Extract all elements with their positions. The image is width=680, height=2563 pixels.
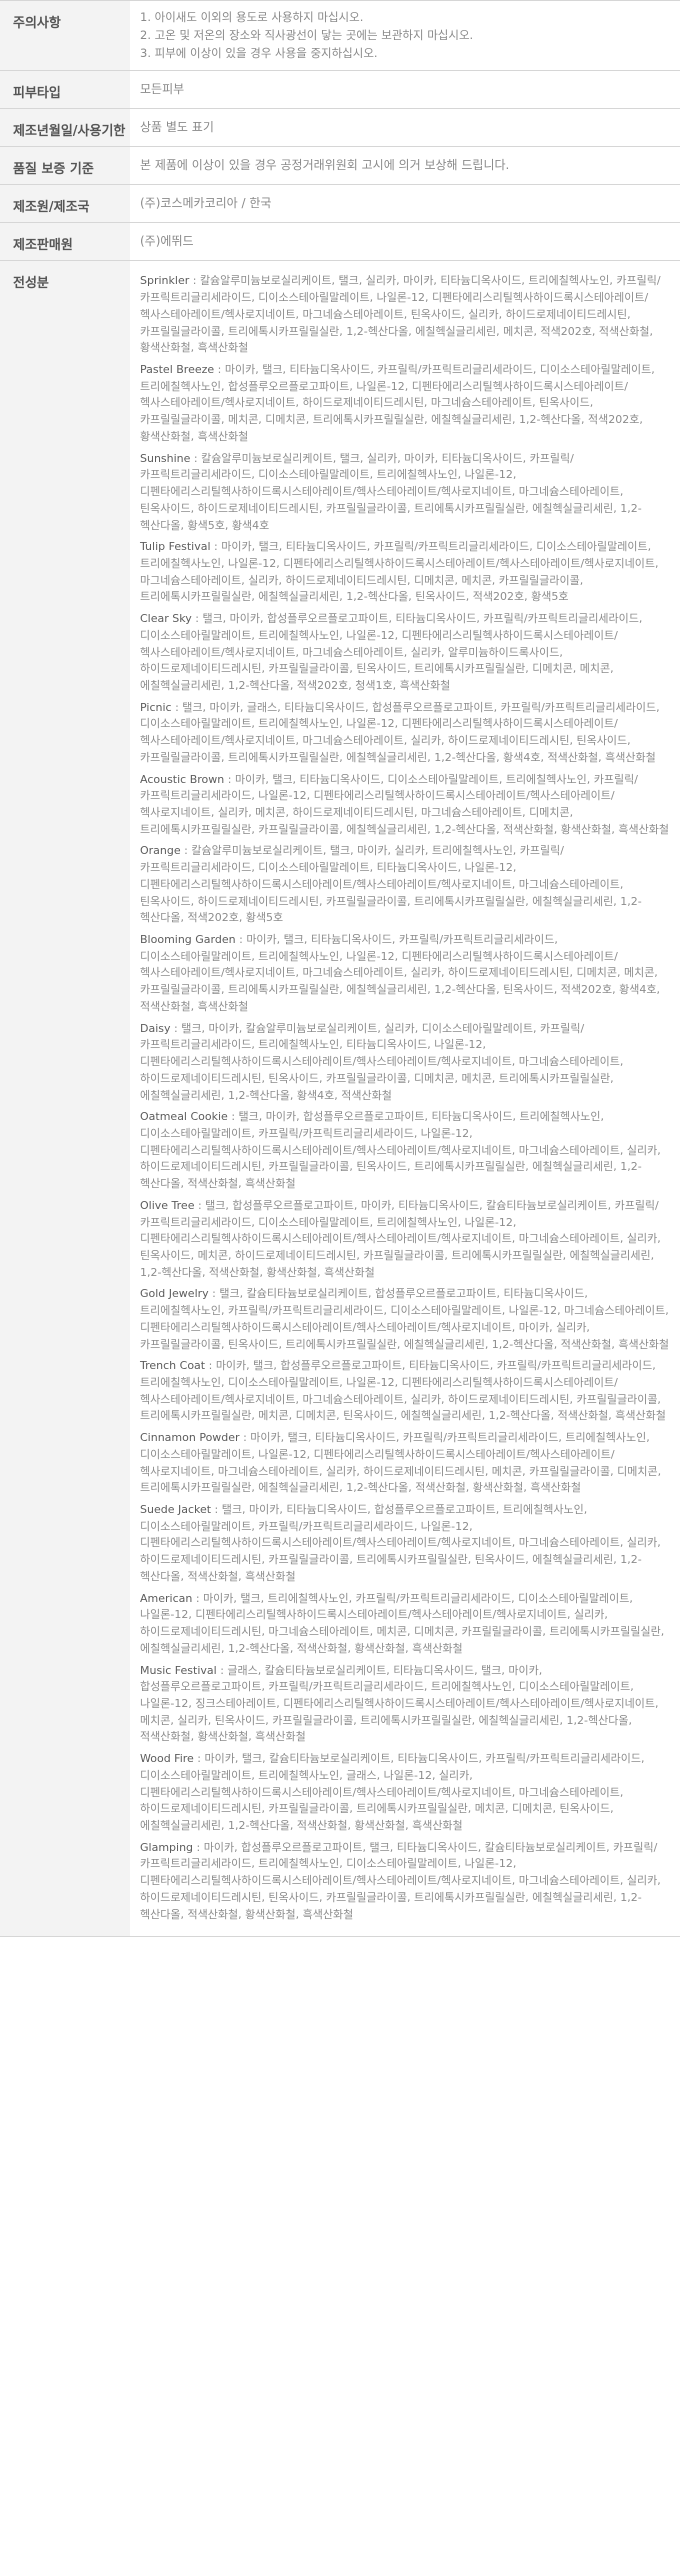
expiry-label: 제조년월일/사용기한 [0,108,130,148]
maker-row: 제조원/제조국 (주)코스메카코리아 / 한국 [0,184,680,224]
warranty-value: 본 제품에 이상이 있을 경우 공정거래위원회 고시에 의거 보상해 드립니다. [130,146,680,186]
warranty-label: 품질 보증 기준 [0,146,130,186]
ingredient-list: 마이카, 탤크, 티타늄디옥사이드, 카프릴릭/카프릭트리글리세라이드, 디이소… [140,540,659,604]
warranty-row: 품질 보증 기준 본 제품에 이상이 있을 경우 공정거래위원회 고시에 의거 … [0,146,680,186]
ingredient-entry: Oatmeal Cookie : 탤크, 마이카, 합성플루오르플로고파이트, … [140,1110,661,1191]
ingredient-entry: Music Festival : 글래스, 칼슘티타늄보로실리케이트, 티타늄디… [140,1663,659,1744]
shade-name: Picnic [140,700,172,714]
notice-value: 1. 아이새도 이외의 용도로 사용하지 마십시오. 2. 고온 및 저온의 장… [130,0,680,72]
ingredient-list: 탤크, 마이카, 글래스, 티타늄디옥사이드, 합성플루오르플로고파이트, 카프… [140,700,660,764]
expiry-value: 상품 별도 표기 [130,108,680,148]
ingredient-list: 칼슘알루미늄보로실리케이트, 탤크, 실리카, 마이카, 티타늄디옥사이드, 트… [140,274,661,355]
ingredient-entry: Trench Coat : 마이카, 탤크, 합성플루오르플로고파이트, 티타늄… [140,1359,666,1423]
shade-name: Blooming Garden [140,933,236,947]
ingredient-entry: Tulip Festival : 마이카, 탤크, 티타늄디옥사이드, 카프릴릭… [140,540,659,604]
ingredient-list: 글래스, 칼슘티타늄보로실리케이트, 티타늄디옥사이드, 탤크, 마이카, 합성… [140,1663,659,1744]
shade-name: Glamping [140,1840,194,1854]
ingredient-entry: Glamping : 마이카, 합성플루오르플로고파이트, 탤크, 티타늄디옥사… [140,1840,661,1921]
ingredient-entry: Acoustic Brown : 마이카, 탤크, 티타늄디옥사이드, 디이소스… [140,772,669,836]
ingredient-list: 탤크, 마이카, 티타늄디옥사이드, 합성플루오르플로고파이트, 트리에칠헥사노… [140,1503,661,1583]
notice-line: 2. 고온 및 저온의 장소와 직사광선이 닿는 곳에는 보관하지 마십시오. [140,27,474,42]
shade-name: Orange [140,844,181,858]
shade-name: Daisy [140,1021,171,1035]
ingredient-list: 칼슘알루미늄보로실리케이트, 탤크, 마이카, 실리카, 트리에칠헥사노인, 카… [140,844,642,925]
maker-value: (주)코스메카코리아 / 한국 [130,184,680,224]
skin-type-value: 모든피부 [130,70,680,110]
ingredient-entry: Suede Jacket : 탤크, 마이카, 티타늄디옥사이드, 합성플루오르… [140,1503,661,1583]
skin-type-row: 피부타입 모든피부 [0,70,680,110]
product-info-table: 주의사항 1. 아이새도 이외의 용도로 사용하지 마십시오. 2. 고온 및 … [0,0,680,1938]
notice-label: 주의사항 [0,0,130,72]
shade-name: Clear Sky [140,612,192,626]
skin-type-label: 피부타입 [0,70,130,110]
ingredient-list: 칼슘알루미늄보로실리케이트, 탤크, 실리카, 마이카, 티타늄디옥사이드, 카… [140,451,642,532]
ingredient-list: 마이카, 탤크, 티타늄디옥사이드, 카프릴릭/카프릭트리글리세라이드, 디이소… [140,363,655,443]
ingredient-entry: Sprinkler : 칼슘알루미늄보로실리케이트, 탤크, 실리카, 마이카,… [140,274,661,355]
ingredient-entry: Gold Jewelry : 탤크, 칼슘티타늄보로실리케이트, 합성플루오르플… [140,1287,669,1351]
shade-name: Sprinkler [140,274,190,288]
ingredient-entry: Sunshine : 칼슘알루미늄보로실리케이트, 탤크, 실리카, 마이카, … [140,451,642,532]
ingredient-entry: Olive Tree : 탤크, 합성플루오르플로고파이트, 마이카, 티타늄디… [140,1198,661,1279]
shade-name: Olive Tree [140,1198,195,1212]
shade-name: Acoustic Brown [140,772,225,786]
ingredients-value: Sprinkler : 칼슘알루미늄보로실리케이트, 탤크, 실리카, 마이카,… [130,260,680,1938]
ingredient-list: 탤크, 합성플루오르플로고파이트, 마이카, 티타늄디옥사이드, 칼슘티타늄보로… [140,1198,661,1279]
shade-name: Suede Jacket [140,1503,212,1517]
ingredient-entry: Daisy : 탤크, 마이카, 칼슘알루미늄보로실리케이트, 실리카, 디이소… [140,1021,624,1102]
shade-name: Pastel Breeze [140,363,215,377]
ingredient-entry: Pastel Breeze : 마이카, 탤크, 티타늄디옥사이드, 카프릴릭/… [140,363,655,443]
seller-label: 제조판매원 [0,222,130,262]
ingredient-list: 마이카, 탤크, 칼슘티타늄보로실리케이트, 티타늄디옥사이드, 카프릴릭/카프… [140,1752,645,1832]
ingredient-entry: Wood Fire : 마이카, 탤크, 칼슘티타늄보로실리케이트, 티타늄디옥… [140,1752,645,1832]
expiry-row: 제조년월일/사용기한 상품 별도 표기 [0,108,680,148]
shade-name: Cinnamon Powder [140,1431,240,1445]
ingredient-entry: Picnic : 탤크, 마이카, 글래스, 티타늄디옥사이드, 합성플루오르플… [140,700,660,764]
ingredient-entry: Clear Sky : 탤크, 마이카, 합성플루오르플로고파이트, 티타늄디옥… [140,612,643,692]
ingredient-entry: Cinnamon Powder : 마이카, 탤크, 티타늄디옥사이드, 카프릴… [140,1431,662,1495]
ingredients-row: 전성분 Sprinkler : 칼슘알루미늄보로실리케이트, 탤크, 실리카, … [0,260,680,1938]
seller-row: 제조판매원 (주)에뛰드 [0,222,680,262]
ingredient-list: 마이카, 탤크, 트리에칠헥사노인, 카프릴릭/카프릭트리글리세라이드, 디이소… [140,1591,665,1655]
shade-name: Music Festival [140,1663,217,1677]
notice-line: 3. 피부에 이상이 있을 경우 사용을 중지하십시오. [140,45,378,60]
seller-value: (주)에뛰드 [130,222,680,262]
ingredients-label: 전성분 [0,260,130,1938]
shade-name: Trench Coat [140,1359,206,1373]
ingredient-list: 마이카, 탤크, 합성플루오르플로고파이트, 티타늄디옥사이드, 카프릴릭/카프… [140,1359,666,1423]
notice-row: 주의사항 1. 아이새도 이외의 용도로 사용하지 마십시오. 2. 고온 및 … [0,0,680,72]
shade-name: Gold Jewelry [140,1287,209,1301]
ingredient-entry: Orange : 칼슘알루미늄보로실리케이트, 탤크, 마이카, 실리카, 트리… [140,844,642,925]
ingredient-list: 탤크, 마이카, 칼슘알루미늄보로실리케이트, 실리카, 디이소스테아릴말레이트… [140,1021,624,1102]
ingredient-entry: Blooming Garden : 마이카, 탤크, 티타늄디옥사이드, 카프릴… [140,933,660,1013]
shade-name: Wood Fire [140,1752,194,1766]
ingredient-list: 마이카, 합성플루오르플로고파이트, 탤크, 티타늄디옥사이드, 칼슘티타늄보로… [140,1840,661,1921]
ingredient-list: 탤크, 칼슘티타늄보로실리케이트, 합성플루오르플로고파이트, 티타늄디옥사이드… [140,1287,669,1351]
notice-line: 1. 아이새도 이외의 용도로 사용하지 마십시오. [140,10,364,24]
shade-name: Tulip Festival [140,540,211,554]
shade-name: Sunshine [140,451,191,465]
ingredient-entry: American : 마이카, 탤크, 트리에칠헥사노인, 카프릴릭/카프릭트리… [140,1591,665,1655]
ingredient-list: 탤크, 마이카, 합성플루오르플로고파이트, 티타늄디옥사이드, 카프릴릭/카프… [140,612,643,692]
maker-label: 제조원/제조국 [0,184,130,224]
shade-name: Oatmeal Cookie [140,1110,228,1124]
shade-name: American [140,1591,193,1605]
